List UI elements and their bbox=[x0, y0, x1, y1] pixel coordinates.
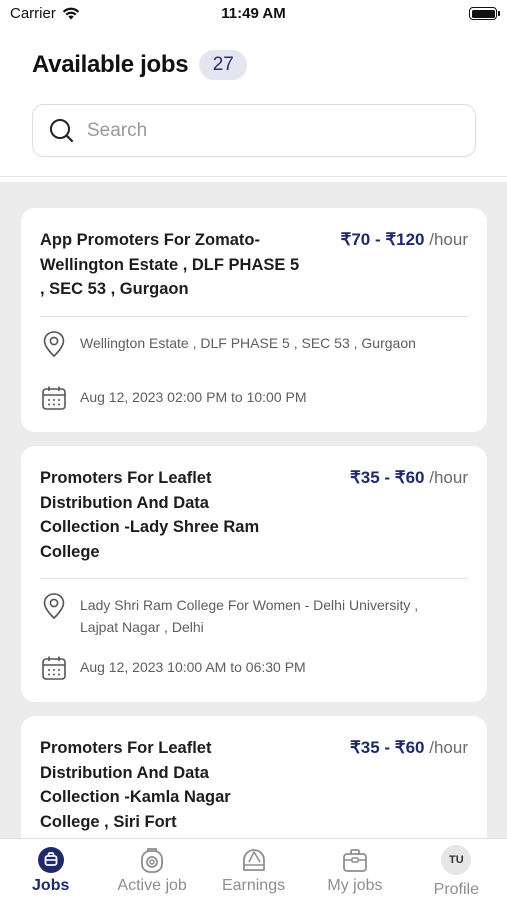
calendar-icon bbox=[40, 384, 68, 412]
location-pin-icon bbox=[40, 330, 68, 358]
calendar-icon bbox=[40, 654, 68, 682]
job-card[interactable]: Promoters For Leaflet Distribution And D… bbox=[21, 716, 487, 838]
briefcase-icon bbox=[341, 845, 369, 875]
schedule-text: Aug 12, 2023 10:00 AM to 06:30 PM bbox=[80, 659, 306, 675]
status-bar: Carrier 11:49 AM bbox=[0, 0, 507, 30]
header-divider bbox=[0, 176, 507, 177]
job-list[interactable]: App Promoters For Zomato-Wellington Esta… bbox=[0, 182, 507, 838]
tab-label: Earnings bbox=[221, 877, 286, 894]
job-rate: ₹35 - ₹60 /hour bbox=[350, 736, 468, 760]
job-card[interactable]: App Promoters For Zomato-Wellington Esta… bbox=[21, 208, 487, 432]
job-title: App Promoters For Zomato-Wellington Esta… bbox=[40, 231, 300, 298]
tab-jobs[interactable]: Jobs bbox=[0, 839, 101, 900]
tab-label: My jobs bbox=[327, 877, 383, 894]
jobs-icon bbox=[37, 845, 65, 875]
tab-label: Jobs bbox=[32, 877, 70, 894]
rate-amount: ₹35 - ₹60 bbox=[349, 468, 425, 487]
tab-profile[interactable]: TU Profile bbox=[406, 839, 507, 900]
clock: 11:49 AM bbox=[221, 5, 286, 22]
card-divider bbox=[40, 316, 468, 317]
search-bar[interactable] bbox=[32, 104, 476, 157]
job-title: Promoters For Leaflet Distribution And D… bbox=[40, 469, 260, 561]
tab-label: Active job bbox=[117, 877, 187, 894]
location-pin-icon bbox=[40, 592, 68, 620]
location-text: Wellington Estate , DLF PHASE 5 , SEC 53… bbox=[80, 335, 416, 351]
bottom-tab-bar: Jobs Active job Earnings My jobs TU Prof… bbox=[0, 838, 507, 900]
job-location: Wellington Estate , DLF PHASE 5 , SEC 53… bbox=[40, 330, 460, 358]
battery-icon bbox=[469, 7, 500, 20]
tab-earnings[interactable]: Earnings bbox=[203, 839, 304, 900]
card-divider bbox=[40, 578, 468, 579]
jobs-count-badge: 27 bbox=[199, 50, 248, 80]
job-location: Lady Shri Ram College For Women - Delhi … bbox=[40, 592, 460, 638]
job-title: Promoters For Leaflet Distribution And D… bbox=[40, 739, 231, 831]
tab-my-jobs[interactable]: My jobs bbox=[304, 839, 405, 900]
rate-amount: ₹70 - ₹120 bbox=[340, 230, 425, 249]
schedule-text: Aug 12, 2023 02:00 PM to 10:00 PM bbox=[80, 389, 307, 405]
location-text: Lady Shri Ram College For Women - Delhi … bbox=[80, 597, 419, 635]
avatar: TU bbox=[441, 845, 472, 875]
page-title: Available jobs bbox=[32, 51, 189, 78]
rate-unit: /hour bbox=[424, 738, 468, 757]
tab-active-job[interactable]: Active job bbox=[101, 839, 202, 900]
rate-unit: /hour bbox=[424, 230, 468, 249]
active-job-icon bbox=[139, 845, 165, 875]
job-schedule: Aug 12, 2023 10:00 AM to 06:30 PM bbox=[40, 654, 460, 682]
profile-avatar: TU bbox=[441, 845, 472, 875]
job-schedule: Aug 12, 2023 02:00 PM to 10:00 PM bbox=[40, 384, 460, 412]
rate-amount: ₹35 - ₹60 bbox=[349, 738, 425, 757]
page-header: Available jobs 27 bbox=[32, 50, 248, 80]
search-icon bbox=[50, 118, 74, 142]
tab-label: Profile bbox=[433, 881, 479, 898]
job-rate: ₹35 - ₹60 /hour bbox=[350, 466, 468, 490]
job-card[interactable]: Promoters For Leaflet Distribution And D… bbox=[21, 446, 487, 702]
search-input[interactable] bbox=[87, 119, 447, 142]
job-rate: ₹70 - ₹120 /hour bbox=[341, 228, 469, 252]
rate-unit: /hour bbox=[424, 468, 468, 487]
earnings-icon bbox=[240, 845, 268, 875]
